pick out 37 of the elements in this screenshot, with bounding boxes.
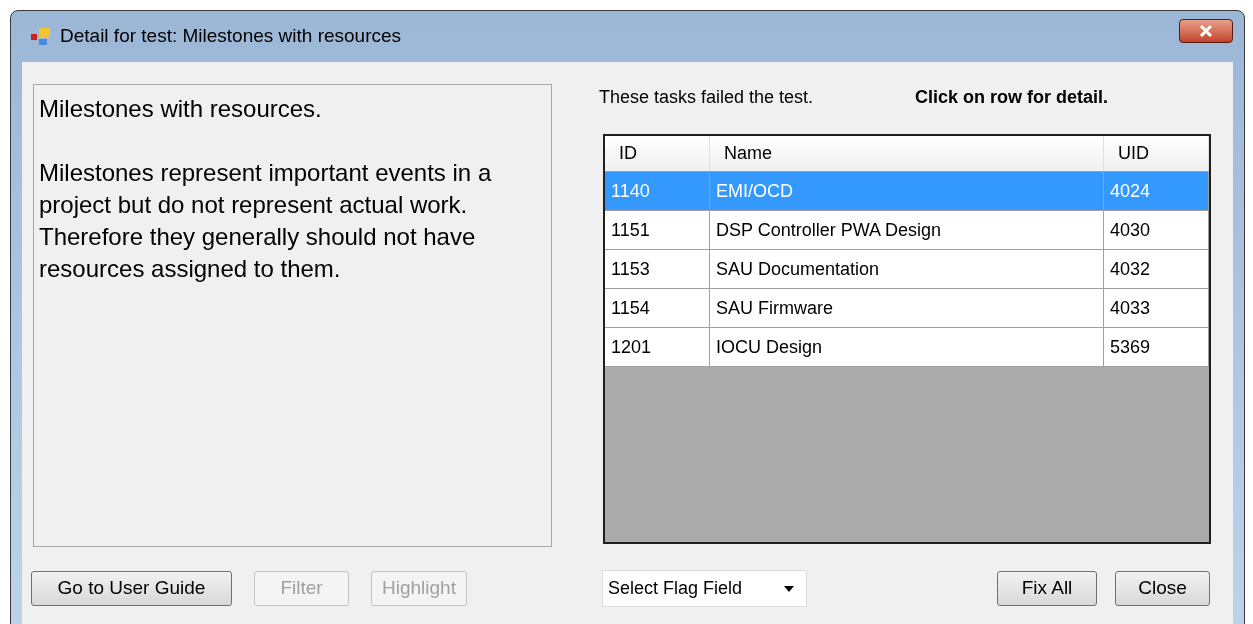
dialog-button[interactable]: Close [1115, 571, 1210, 606]
table-cell: 1201 [605, 328, 710, 366]
table-row[interactable]: 1154 SAU Firmware 4033 [605, 289, 1209, 328]
info-label: These tasks failed the test. [599, 85, 815, 109]
dialog-button[interactable]: Fix All [997, 571, 1097, 606]
column-header[interactable]: Name [710, 136, 1104, 171]
column-header[interactable]: UID [1104, 136, 1209, 171]
description-box[interactable]: Milestones with resources. Milestones represent important events in a project but do not represent actual work. Therefore they generally should not have resources assigned to them. [33, 84, 552, 547]
description-text: Milestones represent important events in a project but do not represent actual work. Therefore they generally should not have resources assigned to them. [39, 158, 493, 284]
table-cell: SAU Documentation [710, 250, 1104, 288]
app-icon [30, 26, 52, 47]
table-cell: 4024 [1104, 172, 1209, 210]
hint-label: Click on row for detail. [915, 85, 1109, 109]
table-cell: 4030 [1104, 211, 1209, 249]
close-icon [1198, 23, 1214, 38]
table-cell: 5369 [1104, 328, 1209, 366]
table-cell: 1140 [605, 172, 710, 210]
table-row[interactable]: 1201 IOCU Design 5369 [605, 328, 1209, 367]
table-cell: 1151 [605, 211, 710, 249]
table-row[interactable]: 1153 SAU Documentation 4032 [605, 250, 1209, 289]
table-cell: EMI/OCD [710, 172, 1104, 210]
caret-icon [783, 584, 795, 593]
table-cell: 4033 [1104, 289, 1209, 327]
window-title: Detail for test: Milestones with resources [60, 24, 402, 49]
table-cell: 4032 [1104, 250, 1209, 288]
table-row[interactable]: 1151 DSP Controller PWA Design 4030 [605, 211, 1209, 250]
table-cell: 1153 [605, 250, 710, 288]
action-button[interactable]: Go to User Guide [31, 571, 232, 606]
table-cell: 1154 [605, 289, 710, 327]
dropdown-value: Select Flag Field [608, 577, 744, 600]
table-cell: IOCU Design [710, 328, 1104, 366]
flag-field-dropdown[interactable]: Select Flag Field [602, 570, 807, 607]
description-text: Milestones with resources. [39, 94, 323, 124]
close-button[interactable] [1179, 18, 1233, 43]
table-cell: SAU Firmware [710, 289, 1104, 327]
table-cell: DSP Controller PWA Design [710, 211, 1104, 249]
column-header[interactable]: ID [605, 136, 710, 171]
